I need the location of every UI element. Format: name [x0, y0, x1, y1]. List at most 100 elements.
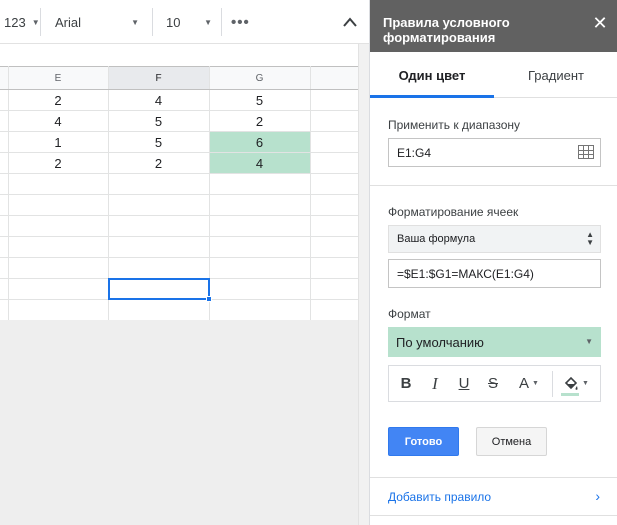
- cell-g3[interactable]: 6: [209, 131, 311, 153]
- font-size-dropdown[interactable]: 10 ▼: [166, 0, 216, 44]
- row-header[interactable]: [0, 257, 9, 279]
- condition-select[interactable]: Ваша формула ▲ ▼: [388, 225, 601, 253]
- done-button[interactable]: Готово: [388, 427, 459, 456]
- column-header-next[interactable]: [310, 66, 359, 90]
- table-row: [0, 299, 359, 321]
- cell-next-column[interactable]: [310, 215, 359, 237]
- collapse-toolbar-button[interactable]: [340, 0, 360, 44]
- tab-label: Один цвет: [398, 67, 466, 83]
- column-header-f[interactable]: F: [108, 66, 210, 90]
- toolbar: 123 ▼ Arial ▼ 10 ▼ •••: [0, 0, 369, 44]
- column-header-e[interactable]: E: [8, 66, 109, 90]
- cell-next-column[interactable]: [310, 257, 359, 279]
- cell-g11[interactable]: [209, 299, 311, 321]
- cell-f7[interactable]: [108, 215, 210, 237]
- cell-e5[interactable]: [8, 173, 109, 195]
- strikethrough-button[interactable]: S: [479, 366, 507, 401]
- cell-e1[interactable]: 2: [8, 89, 109, 111]
- cell-next-column[interactable]: [310, 236, 359, 258]
- cell-e2[interactable]: 4: [8, 110, 109, 132]
- cell-e3[interactable]: 1: [8, 131, 109, 153]
- cell-next-column[interactable]: [310, 152, 359, 174]
- strikethrough-icon: S: [487, 375, 498, 392]
- condition-value: Ваша формула: [397, 233, 476, 245]
- row-header[interactable]: [0, 131, 9, 153]
- cancel-button[interactable]: Отмена: [476, 427, 547, 456]
- cell-next-column[interactable]: [310, 299, 359, 321]
- bold-button[interactable]: B: [392, 366, 420, 401]
- cell-f3[interactable]: 5: [108, 131, 210, 153]
- cell-g1[interactable]: 5: [209, 89, 311, 111]
- row-header[interactable]: [0, 173, 9, 195]
- italic-button[interactable]: I: [421, 366, 449, 401]
- cell-f5[interactable]: [108, 173, 210, 195]
- cell-e7[interactable]: [8, 215, 109, 237]
- cell-next-column[interactable]: [310, 131, 359, 153]
- cell-g2[interactable]: 2: [209, 110, 311, 132]
- row-header[interactable]: [0, 152, 9, 174]
- close-icon[interactable]: ✕: [591, 14, 609, 32]
- cell-g7[interactable]: [209, 215, 311, 237]
- chevron-down-icon: ▼: [585, 337, 593, 346]
- grid-select-icon[interactable]: [578, 145, 594, 159]
- format-toolbar-divider: [552, 371, 553, 397]
- cell-g10[interactable]: [209, 278, 311, 300]
- font-size-label: 10: [166, 14, 181, 30]
- row-header[interactable]: [0, 215, 9, 237]
- row-header[interactable]: [0, 89, 9, 111]
- toolbar-divider: [40, 8, 41, 36]
- more-options-button[interactable]: •••: [231, 0, 250, 44]
- chevron-down-icon: ▼: [31, 17, 40, 27]
- cell-g4[interactable]: 4: [209, 152, 311, 174]
- cell-g8[interactable]: [209, 236, 311, 258]
- row-header[interactable]: [0, 236, 9, 258]
- formula-input[interactable]: =$E1:$G1=МАКС(E1:G4): [388, 259, 601, 288]
- column-header-g[interactable]: G: [209, 66, 311, 90]
- cell-next-column[interactable]: [310, 278, 359, 300]
- underline-button[interactable]: U: [450, 366, 478, 401]
- cell-g6[interactable]: [209, 194, 311, 216]
- number-format-dropdown[interactable]: 123 ▼: [4, 0, 40, 44]
- select-arrows-icon: ▲ ▼: [586, 230, 594, 247]
- bold-icon: B: [400, 375, 412, 392]
- cell-f6[interactable]: [108, 194, 210, 216]
- cell-e10[interactable]: [8, 278, 109, 300]
- cell-g9[interactable]: [209, 257, 311, 279]
- cell-f1[interactable]: 4: [108, 89, 210, 111]
- cell-f8[interactable]: [108, 236, 210, 258]
- conditional-formatting-panel: Правила условного форматирования ✕ Один …: [369, 0, 617, 525]
- cell-f2[interactable]: 5: [108, 110, 210, 132]
- cell-next-column[interactable]: [310, 173, 359, 195]
- selected-cell[interactable]: [108, 278, 212, 302]
- font-family-label: Arial: [55, 14, 82, 30]
- cell-g5[interactable]: [209, 173, 311, 195]
- chevron-down-icon: ▼: [532, 380, 539, 387]
- cell-e11[interactable]: [8, 299, 109, 321]
- vertical-scrollbar[interactable]: [358, 44, 369, 525]
- row-header[interactable]: [0, 194, 9, 216]
- cell-f9[interactable]: [108, 257, 210, 279]
- font-family-dropdown[interactable]: Arial ▼: [55, 0, 147, 44]
- cell-next-column[interactable]: [310, 110, 359, 132]
- cell-e4[interactable]: 2: [8, 152, 109, 174]
- cell-e9[interactable]: [8, 257, 109, 279]
- add-rule-link[interactable]: Добавить правило ›: [370, 477, 617, 515]
- cell-f11[interactable]: [108, 299, 210, 321]
- text-color-button[interactable]: A ▼: [511, 366, 547, 401]
- row-header[interactable]: [0, 278, 9, 300]
- row-header[interactable]: [0, 299, 9, 321]
- tab-gradient[interactable]: Градиент: [494, 52, 617, 98]
- range-input[interactable]: E1:G4: [388, 138, 601, 167]
- cell-e6[interactable]: [8, 194, 109, 216]
- cell-next-column[interactable]: [310, 194, 359, 216]
- row-header[interactable]: [0, 110, 9, 132]
- cell-f4[interactable]: 2: [108, 152, 210, 174]
- tab-single-color[interactable]: Один цвет: [370, 52, 494, 98]
- formula-value: =$E1:$G1=МАКС(E1:G4): [397, 267, 534, 281]
- format-preset-dropdown[interactable]: По умолчанию ▼: [388, 327, 601, 357]
- cell-next-column[interactable]: [310, 89, 359, 111]
- table-row: [0, 215, 359, 237]
- fill-handle[interactable]: [206, 296, 212, 302]
- table-row: 156: [0, 131, 359, 153]
- cell-e8[interactable]: [8, 236, 109, 258]
